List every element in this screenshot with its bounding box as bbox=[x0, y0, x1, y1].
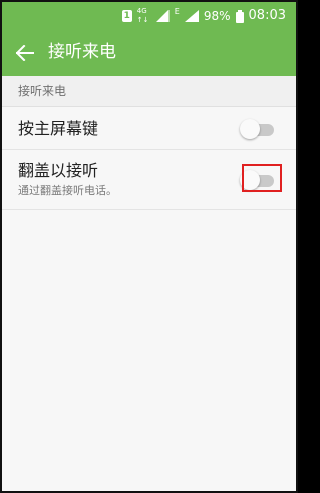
setting-row-flip-cover[interactable]: 翻盖以接听 通过翻盖接听电话。 bbox=[2, 150, 296, 210]
screen-frame: 1 4G ↑↓ E 98% 08:03 接听来电 接听来电 按主屏幕键 翻盖以接… bbox=[0, 0, 298, 493]
setting-subtitle-flip-cover: 通过翻盖接听电话。 bbox=[18, 184, 117, 197]
home-key-toggle[interactable] bbox=[240, 118, 276, 140]
network-type-icon: 4G ↑↓ bbox=[137, 8, 151, 24]
app-bar: 接听来电 bbox=[2, 30, 296, 76]
battery-icon bbox=[235, 9, 244, 23]
data-label-e: E bbox=[174, 7, 180, 16]
toggle-thumb bbox=[240, 170, 260, 190]
toggle-thumb bbox=[240, 119, 260, 139]
signal-strength-icon bbox=[155, 10, 170, 22]
network-type-label: 4G bbox=[136, 7, 147, 15]
settings-content: 接听来电 按主屏幕键 翻盖以接听 通过翻盖接听电话。 bbox=[2, 76, 296, 491]
section-header: 接听来电 bbox=[2, 76, 296, 107]
back-button[interactable] bbox=[10, 37, 40, 69]
signal-strength-icon-2 bbox=[184, 10, 199, 22]
network-activity-arrows: ↑↓ bbox=[136, 16, 149, 24]
setting-title-flip-cover: 翻盖以接听 bbox=[18, 161, 99, 180]
section-header-label: 接听来电 bbox=[18, 84, 67, 98]
status-icons: 1 4G ↑↓ E 98% 08:03 bbox=[121, 7, 286, 24]
status-bar: 1 4G ↑↓ E 98% 08:03 bbox=[2, 2, 296, 30]
page-title: 接听来电 bbox=[48, 42, 116, 62]
arrow-left-icon bbox=[16, 45, 34, 61]
sim-card-icon: 1 bbox=[121, 10, 132, 22]
flip-cover-toggle[interactable] bbox=[240, 169, 276, 191]
clock-time: 08:03 bbox=[248, 8, 286, 23]
battery-percentage: 98% bbox=[203, 9, 231, 23]
setting-row-home-key[interactable]: 按主屏幕键 bbox=[2, 107, 296, 150]
setting-title-home-key: 按主屏幕键 bbox=[18, 119, 99, 138]
